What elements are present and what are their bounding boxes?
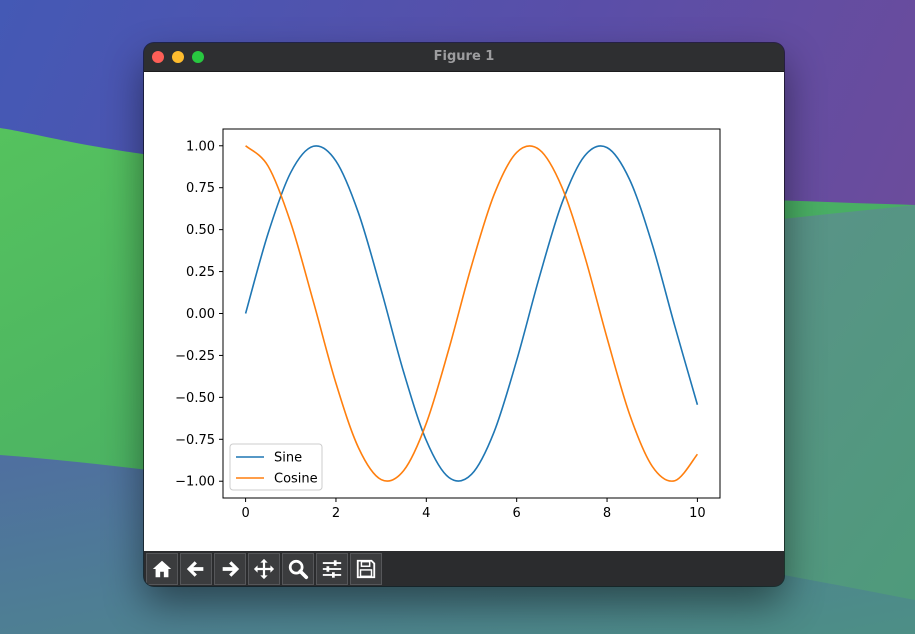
- x-tick-label: 6: [513, 506, 521, 521]
- x-tick-label: 4: [422, 506, 430, 521]
- y-tick-label: −0.50: [175, 391, 215, 406]
- x-tick-label: 2: [332, 506, 340, 521]
- window-title: Figure 1: [433, 49, 495, 64]
- y-tick-label: 1.00: [186, 139, 215, 154]
- floppy-disk-icon: [356, 559, 376, 579]
- home-button[interactable]: [146, 553, 178, 585]
- y-tick-label: −0.25: [175, 349, 215, 364]
- zoom-button[interactable]: [282, 553, 314, 585]
- y-tick-label: 0.50: [186, 223, 215, 238]
- series-line-sine: [244, 145, 699, 482]
- series-line-cosine: [245, 145, 699, 482]
- title-bar: Figure 1: [144, 43, 784, 72]
- pan-button[interactable]: [248, 553, 280, 585]
- figure-window: Figure 1 0 2 4 6 8 10 1.00 0.75 0.50 0.25 0.00 −0.2…: [144, 43, 784, 586]
- x-tick-label: 0: [241, 506, 249, 521]
- sliders-icon: [322, 560, 342, 578]
- x-tick-label: 8: [603, 506, 611, 521]
- save-button[interactable]: [350, 553, 382, 585]
- arrow-left-icon: [186, 561, 204, 577]
- configure-subplots-button[interactable]: [316, 553, 348, 585]
- x-tick-label: 10: [689, 506, 706, 521]
- y-tick-label: 0.75: [186, 181, 215, 196]
- move-icon: [253, 558, 275, 580]
- navigation-toolbar: [144, 551, 784, 586]
- arrow-right-icon: [222, 561, 240, 577]
- axes-frame: [222, 128, 721, 499]
- y-tick-label: 0.25: [186, 265, 215, 280]
- legend-label-sine: Sine: [274, 451, 302, 466]
- figure-canvas: 0 2 4 6 8 10 1.00 0.75 0.50 0.25 0.00 −0.25 −0.50 −0.…: [144, 72, 784, 551]
- y-tick-label: −0.75: [175, 433, 215, 448]
- magnifier-icon: [288, 559, 309, 580]
- back-button[interactable]: [180, 553, 212, 585]
- y-tick-label: 0.00: [186, 307, 215, 322]
- home-icon: [152, 560, 172, 578]
- y-tick-label: −1.00: [175, 475, 215, 490]
- legend-label-cosine: Cosine: [274, 472, 318, 487]
- forward-button[interactable]: [214, 553, 246, 585]
- line-chart[interactable]: 0 2 4 6 8 10 1.00 0.75 0.50 0.25 0.00 −0.25 −0.50 −0.…: [144, 72, 784, 551]
